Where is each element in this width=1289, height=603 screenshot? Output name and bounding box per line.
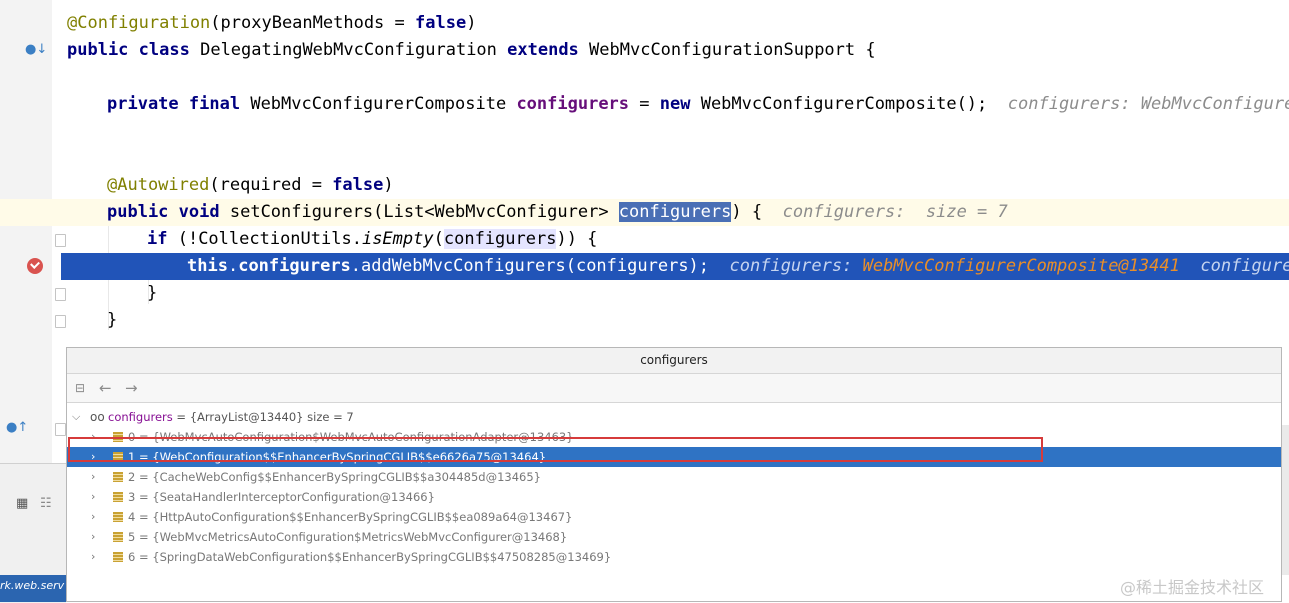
field-icon: [113, 512, 123, 522]
layout-icon[interactable]: ☷: [40, 496, 52, 511]
chevron-right-icon[interactable]: ›: [91, 427, 95, 447]
chevron-right-icon[interactable]: ›: [91, 447, 95, 467]
code-line-autowired: @Autowired(required = false): [107, 175, 394, 195]
tree-item-row[interactable]: › 4 = {HttpAutoConfiguration$$EnhancerBy…: [67, 507, 1281, 527]
tree-item-row[interactable]: › 0 = {WebMvcAutoConfiguration$WebMvcAut…: [67, 427, 1281, 447]
field-icon: [113, 452, 123, 462]
chevron-right-icon[interactable]: ›: [91, 487, 95, 507]
field-icon: [113, 532, 123, 542]
code-line-class: public class DelegatingWebMvcConfigurati…: [67, 40, 876, 60]
watermark: @稀土掘金技术社区: [1120, 578, 1265, 597]
code-editor[interactable]: @Configuration(proxyBeanMethods = false)…: [0, 0, 1289, 340]
forward-arrow-icon[interactable]: →: [125, 379, 138, 397]
table-icon[interactable]: ▦: [16, 496, 28, 511]
tree-item-row[interactable]: › 6 = {SpringDataWebConfiguration$$Enhan…: [67, 547, 1281, 567]
popup-toolbar: ⊟ ← →: [67, 374, 1281, 403]
chevron-right-icon[interactable]: ›: [91, 527, 95, 547]
tree-item-row[interactable]: › 2 = {CacheWebConfig$$EnhancerBySpringC…: [67, 467, 1281, 487]
field-icon: [113, 432, 123, 442]
tree-item-row-selected[interactable]: › 1 = {WebConfiguration$$EnhancerBySprin…: [67, 447, 1281, 467]
code-line-if: if (!CollectionUtils.isEmpty(configurers…: [147, 229, 598, 249]
implement-icon[interactable]: ●↑: [6, 420, 28, 435]
code-line-close-inner: }: [147, 283, 158, 303]
variable-popup[interactable]: configurers ⊟ ← → ⌵ oo configurers = {Ar…: [66, 347, 1282, 602]
chevron-right-icon[interactable]: ›: [91, 547, 95, 567]
chevron-down-icon[interactable]: ⌵: [72, 407, 80, 427]
fold-marker[interactable]: [55, 423, 66, 436]
code-line-configuration: @Configuration(proxyBeanMethods = false): [67, 13, 477, 33]
tree-item-row[interactable]: › 5 = {WebMvcMetricsAutoConfiguration$Me…: [67, 527, 1281, 547]
collapse-icon[interactable]: ⊟: [75, 381, 85, 395]
execution-point-line: this.configurers.addWebMvcConfigurers(co…: [61, 253, 1289, 280]
popup-title: configurers: [67, 348, 1281, 374]
code-line-setter: public void setConfigurers(List<WebMvcCo…: [0, 199, 1289, 226]
field-icon: [113, 472, 123, 482]
glasses-icon: oo: [90, 410, 105, 424]
status-path: rk.web.serv: [0, 575, 66, 602]
chevron-right-icon[interactable]: ›: [91, 467, 95, 487]
field-icon: [113, 492, 123, 502]
tree-root-row[interactable]: ⌵ oo configurers = {ArrayList@13440} siz…: [67, 407, 1281, 427]
back-arrow-icon[interactable]: ←: [99, 379, 112, 397]
popup-scrollbar[interactable]: [1282, 425, 1289, 575]
chevron-right-icon[interactable]: ›: [91, 507, 95, 527]
field-icon: [113, 552, 123, 562]
tree-item-row[interactable]: › 3 = {SeataHandlerInterceptorConfigurat…: [67, 487, 1281, 507]
selected-param[interactable]: configurers: [618, 202, 732, 222]
code-line-close-outer: }: [107, 310, 118, 330]
annotation: @Configuration: [67, 13, 211, 33]
inline-hint: configurers: WebMvcConfigurerCo: [1007, 94, 1289, 114]
code-line-field: private final WebMvcConfigurerComposite …: [0, 91, 1289, 118]
inline-hint: configurers: size = 7: [782, 202, 1008, 222]
